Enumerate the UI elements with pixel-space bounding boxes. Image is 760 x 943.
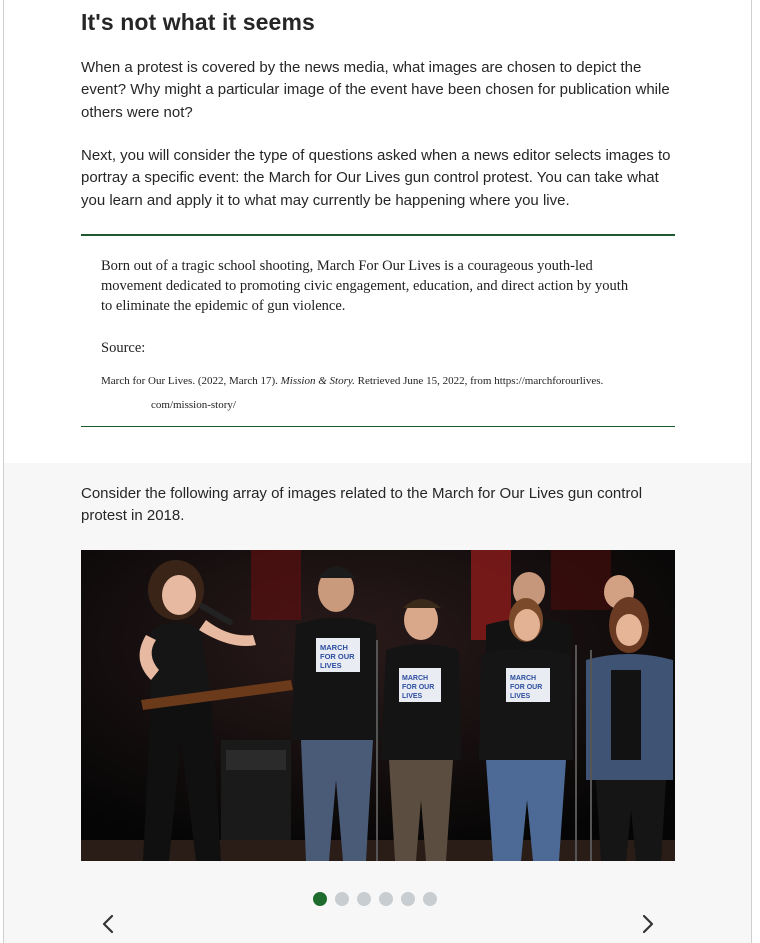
svg-text:LIVES: LIVES bbox=[320, 661, 342, 670]
svg-text:FOR OUR: FOR OUR bbox=[402, 684, 434, 691]
intro-paragraph-2: Next, you will consider the type of ques… bbox=[81, 147, 671, 209]
citation-url-continued: com/mission-story/ bbox=[151, 399, 236, 411]
slide-dot-6[interactable] bbox=[423, 892, 437, 906]
citation-start: March for Our Lives. (2022, March 17). bbox=[101, 375, 281, 387]
slide-dot-5[interactable] bbox=[401, 892, 415, 906]
svg-text:LIVES: LIVES bbox=[510, 693, 531, 700]
blockquote: Born out of a tragic school shooting, Ma… bbox=[81, 234, 675, 427]
svg-text:MARCH: MARCH bbox=[402, 675, 428, 682]
svg-text:FOR OUR: FOR OUR bbox=[510, 684, 542, 691]
chevron-left-icon bbox=[102, 914, 114, 934]
intro-paragraph-1: When a protest is covered by the news me… bbox=[81, 59, 670, 121]
citation-end: Retrieved June 15, 2022, from https://ma… bbox=[354, 375, 604, 387]
chevron-right-icon bbox=[642, 914, 654, 934]
next-slide-button[interactable] bbox=[636, 910, 660, 938]
svg-text:MARCH: MARCH bbox=[510, 675, 536, 682]
citation: March for Our Lives. (2022, March 17). M… bbox=[101, 369, 671, 417]
previous-slide-button[interactable] bbox=[96, 910, 120, 938]
source-label: Source: bbox=[101, 340, 146, 356]
shirt-text-1: MARCH bbox=[320, 643, 348, 652]
citation-title: Mission & Story. bbox=[280, 375, 355, 387]
slide-dot-3[interactable] bbox=[357, 892, 371, 906]
svg-text:FOR OUR: FOR OUR bbox=[320, 652, 355, 661]
slide-dot-2[interactable] bbox=[335, 892, 349, 906]
slide-dot-4[interactable] bbox=[379, 892, 393, 906]
protest-performance-photo: MARCH FOR OUR LIVES MARCH FOR OUR LIVES … bbox=[81, 550, 675, 861]
gallery-intro: Consider the following array of images r… bbox=[81, 485, 643, 525]
page-title: It's not what it seems bbox=[81, 9, 315, 35]
slide-dot-1[interactable] bbox=[313, 892, 327, 906]
slide-indicators bbox=[313, 892, 437, 906]
svg-text:LIVES: LIVES bbox=[402, 693, 423, 700]
gallery-image[interactable]: MARCH FOR OUR LIVES MARCH FOR OUR LIVES … bbox=[81, 550, 675, 861]
quote-text: Born out of a tragic school shooting, Ma… bbox=[101, 258, 629, 314]
